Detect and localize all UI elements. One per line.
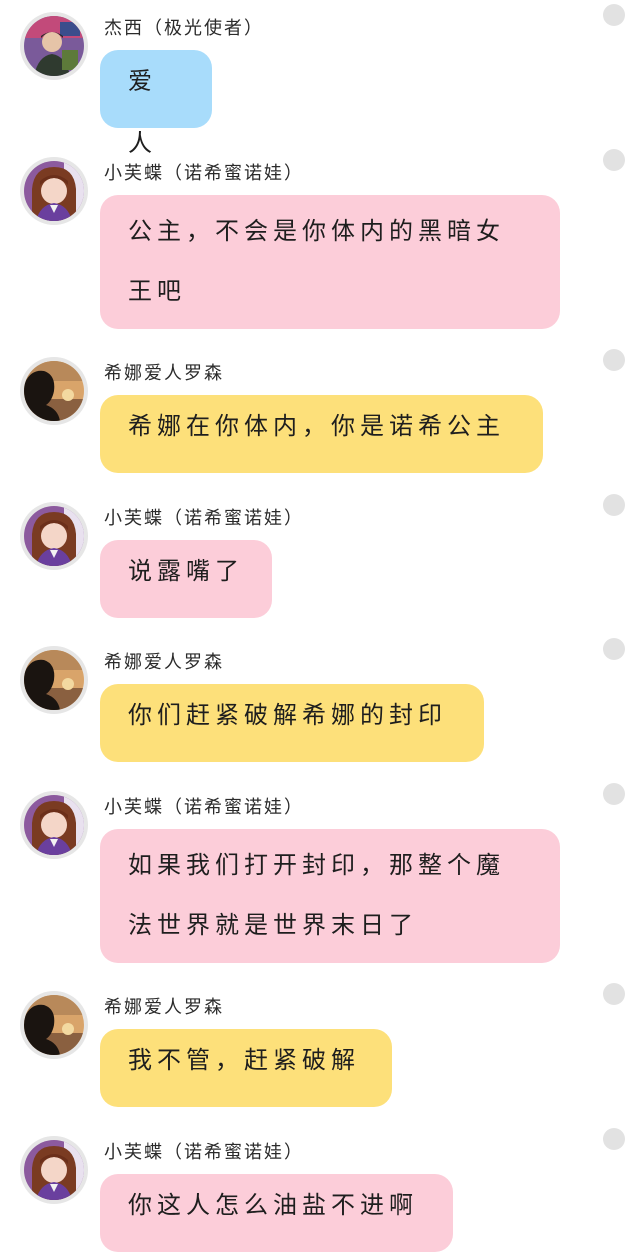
chat-log: 杰西（极光使者） 爱人 小芙蝶（诺希蜜诺娃） 公主，不会是你体内的黑暗女王吧 希…	[0, 0, 640, 1260]
rosen-avatar-image	[24, 361, 84, 421]
avatar[interactable]	[20, 502, 88, 570]
avatar[interactable]	[20, 12, 88, 80]
sender-name: 小芙蝶（诺希蜜诺娃）	[104, 508, 304, 529]
xiaofudie-avatar-image	[24, 795, 84, 855]
xiaofudie-avatar-image	[24, 1140, 84, 1200]
status-dot	[603, 638, 625, 660]
sender-name: 小芙蝶（诺希蜜诺娃）	[104, 1142, 304, 1163]
status-dot	[603, 4, 625, 26]
xiaofudie-avatar-image	[24, 506, 84, 566]
message-bubble[interactable]: 你们赶紧破解希娜的封印	[100, 684, 484, 762]
avatar[interactable]	[20, 991, 88, 1059]
avatar[interactable]	[20, 357, 88, 425]
status-dot	[603, 149, 625, 171]
message-bubble[interactable]: 公主，不会是你体内的黑暗女王吧	[100, 195, 560, 329]
message-bubble[interactable]: 希娜在你体内，你是诺希公主	[100, 395, 543, 473]
avatar[interactable]	[20, 646, 88, 714]
avatar[interactable]	[20, 1136, 88, 1204]
sender-name: 小芙蝶（诺希蜜诺娃）	[104, 797, 304, 818]
sender-name: 希娜爱人罗森	[104, 997, 224, 1018]
message-bubble[interactable]: 如果我们打开封印，那整个魔法世界就是世界末日了	[100, 829, 560, 963]
message-bubble[interactable]: 爱人	[100, 50, 212, 157]
sender-name: 杰西（极光使者）	[104, 18, 264, 39]
avatar[interactable]	[20, 791, 88, 859]
avatar[interactable]	[20, 157, 88, 225]
message-bubble[interactable]: 我不管，赶紧破解	[100, 1029, 392, 1107]
message-bubble[interactable]: 你这人怎么油盐不进啊	[100, 1174, 453, 1252]
status-dot	[603, 349, 625, 371]
sender-name: 希娜爱人罗森	[104, 652, 224, 673]
message-bubble[interactable]: 说露嘴了	[100, 540, 272, 618]
rosen-avatar-image	[24, 650, 84, 710]
status-dot	[603, 983, 625, 1005]
status-dot	[603, 1128, 625, 1150]
sender-name: 小芙蝶（诺希蜜诺娃）	[104, 163, 304, 184]
sender-name: 希娜爱人罗森	[104, 363, 224, 384]
xiaofudie-avatar-image	[24, 161, 84, 221]
status-dot	[603, 494, 625, 516]
status-dot	[603, 783, 625, 805]
jessie-avatar-image	[24, 16, 84, 76]
rosen-avatar-image	[24, 995, 84, 1055]
